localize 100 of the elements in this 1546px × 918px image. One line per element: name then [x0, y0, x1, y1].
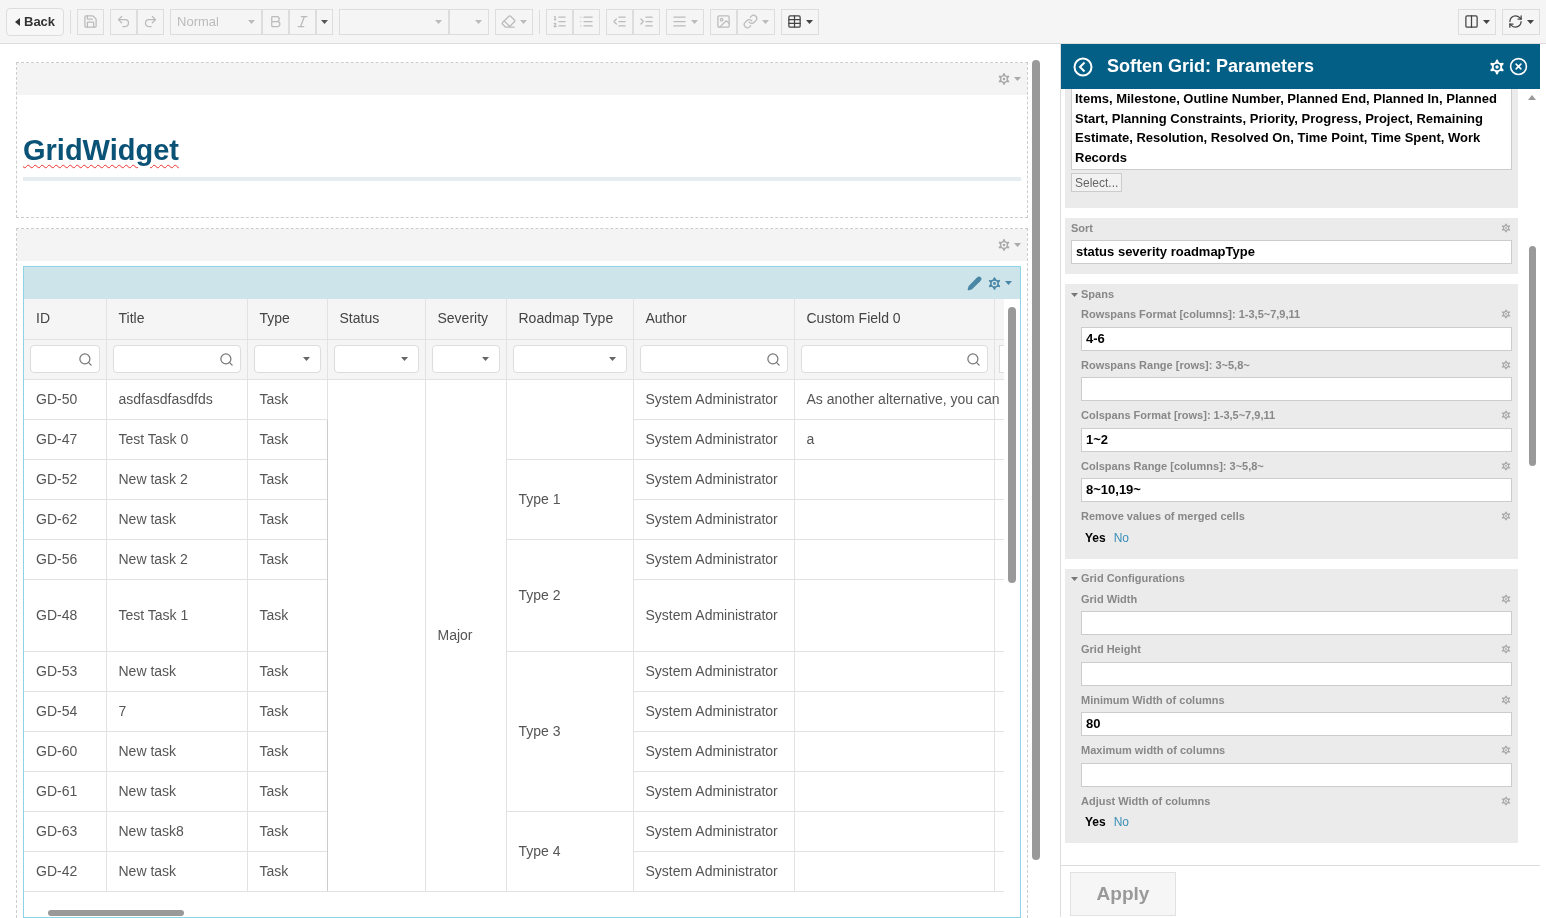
- column-header[interactable]: Author: [633, 299, 794, 339]
- scroll-up-icon[interactable]: [1528, 95, 1536, 100]
- table-cell: Task: [247, 851, 327, 891]
- text-field[interactable]: [1081, 762, 1512, 787]
- image-icon: [716, 14, 732, 29]
- field-label: Rowspans Format [columns]: 1-3,5~7,9,11: [1081, 307, 1301, 322]
- text-field[interactable]: [1081, 661, 1512, 686]
- filter-field[interactable]: [30, 345, 100, 373]
- column-header[interactable]: Severity: [425, 299, 506, 339]
- caret-icon: [1014, 243, 1021, 247]
- caret-icon: [321, 19, 329, 24]
- table-cell: GD-63: [24, 811, 106, 851]
- table-cell: New task 2: [106, 459, 247, 499]
- select-button[interactable]: Select...: [1071, 173, 1123, 192]
- table-cell: Task: [247, 499, 327, 539]
- scrollbar-thumb[interactable]: [1008, 307, 1016, 583]
- page-scrollbar[interactable]: [1032, 60, 1040, 860]
- table-cell: System Administrator: [633, 419, 794, 459]
- table-cell: Type 4: [518, 842, 561, 859]
- filter-field[interactable]: [112, 345, 241, 373]
- table-cell: New task: [106, 851, 247, 891]
- table-cell: Task: [247, 459, 327, 499]
- table-cell: Task: [247, 691, 327, 731]
- table-cell: System Administrator: [633, 731, 794, 771]
- column-header[interactable]: Title: [106, 299, 247, 339]
- table-cell: Task: [247, 771, 327, 811]
- table-cell: 7: [106, 691, 247, 731]
- more-button[interactable]: [316, 8, 334, 35]
- filter-select[interactable]: [333, 345, 419, 373]
- text-field[interactable]: [1081, 377, 1512, 401]
- text-field[interactable]: 8~10,19~: [1081, 478, 1512, 502]
- field-label: Sort: [1071, 220, 1093, 236]
- layout-icon: [1464, 14, 1479, 29]
- table-cell: Task: [247, 731, 327, 771]
- table-cell: System Administrator: [633, 771, 794, 811]
- caret-icon: [1071, 575, 1078, 582]
- caret-icon: [475, 19, 483, 24]
- filter-select[interactable]: [431, 345, 500, 373]
- edit-icon[interactable]: [967, 275, 982, 291]
- table-cell: GD-60: [24, 731, 106, 771]
- filter-field[interactable]: [639, 345, 788, 373]
- size-select[interactable]: [449, 8, 490, 35]
- link-icon: [743, 14, 759, 29]
- column-header[interactable]: Status: [327, 299, 425, 339]
- font-select[interactable]: [339, 8, 450, 35]
- italic-icon: [295, 14, 311, 29]
- caret-icon: [1071, 290, 1078, 298]
- table-cell: Task: [247, 419, 327, 459]
- table-cell: System Administrator: [633, 379, 794, 419]
- caret-icon: [248, 19, 256, 24]
- numbered-list-icon: [552, 14, 568, 29]
- toggle-option[interactable]: Yes: [1085, 813, 1106, 831]
- filter-select[interactable]: [253, 345, 321, 373]
- settings-icon[interactable]: [986, 274, 1012, 292]
- text-field[interactable]: [1081, 611, 1512, 635]
- scrollbar-thumb[interactable]: [1528, 246, 1536, 466]
- column-header[interactable]: Type: [247, 299, 327, 339]
- column-header[interactable]: ID: [24, 299, 106, 339]
- table-cell: Task: [247, 539, 327, 579]
- caret-icon: [1014, 77, 1021, 81]
- sort-field[interactable]: status severity roadmapType: [1071, 240, 1512, 264]
- caret-icon: [15, 17, 20, 26]
- refresh-button[interactable]: [1502, 8, 1540, 35]
- caret-icon: [400, 357, 408, 361]
- text-field[interactable]: 80: [1081, 712, 1512, 736]
- table-button[interactable]: [781, 8, 820, 35]
- field-label: Maximum width of columns: [1081, 743, 1226, 758]
- text-field[interactable]: 1~2: [1081, 427, 1512, 452]
- table-cell: System Administrator: [633, 579, 794, 651]
- table-cell: Type 3: [518, 722, 561, 739]
- table-cell: Test Task 0: [106, 419, 247, 459]
- settings-icon[interactable]: [1487, 56, 1507, 77]
- panel-title: Soften Grid: Parameters: [1107, 55, 1316, 78]
- column-header[interactable]: Roadmap Type: [506, 299, 633, 339]
- indent-icon: [639, 14, 655, 29]
- layout-button[interactable]: [1458, 8, 1496, 35]
- back-button[interactable]: Back: [6, 7, 65, 36]
- columns-list[interactable]: Items, Milestone, Outline Number, Planned End, Planned In, Planned Start, Planning Constraints, Priority, Progress, Project, Remaining Estimate, Resolution, Resolved On, Time Point, Time Spent, Work Records: [1071, 89, 1512, 170]
- table-cell: a: [806, 430, 815, 447]
- column-header[interactable]: Custom Field 0: [794, 299, 994, 339]
- table-cell: Task: [247, 379, 327, 419]
- table-cell: As another alternative, you can: [806, 390, 1000, 407]
- search-icon: [77, 351, 93, 367]
- field-label: Rowspans Range [rows]: 3~5,8~: [1081, 357, 1250, 373]
- horizontal-scrollbar[interactable]: [48, 910, 184, 916]
- back-icon[interactable]: [1073, 56, 1093, 77]
- filter-select[interactable]: [512, 345, 627, 373]
- caret-icon: [520, 19, 528, 24]
- table-cell: GD-47: [24, 419, 106, 459]
- text-field[interactable]: 4-6: [1081, 326, 1512, 351]
- table-cell: GD-54: [24, 691, 106, 731]
- table-cell: New task8: [106, 811, 247, 851]
- filter-field[interactable]: [800, 345, 988, 373]
- toggle-option[interactable]: Yes: [1085, 528, 1106, 547]
- close-icon[interactable]: [1509, 57, 1528, 76]
- save-icon: [83, 14, 99, 29]
- table-cell: System Administrator: [633, 539, 794, 579]
- caret-icon: [1005, 281, 1012, 285]
- eraser-icon: [501, 14, 517, 29]
- bullet-list-icon: [579, 14, 595, 29]
